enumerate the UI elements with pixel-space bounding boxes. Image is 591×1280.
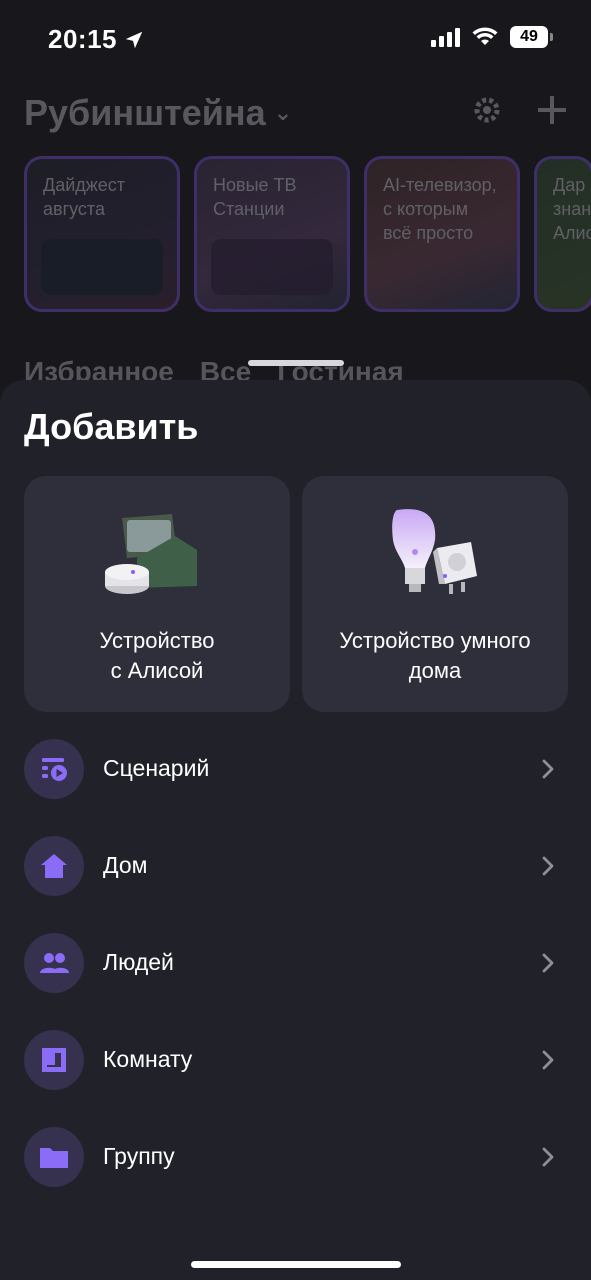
- chevron-right-icon: [542, 953, 554, 972]
- cellular-signal-icon: [431, 27, 460, 47]
- folder-icon: [40, 1147, 68, 1168]
- list-item-label: Людей: [103, 949, 174, 975]
- smart-speaker-illustration: [105, 514, 197, 594]
- clock-text: 20:15: [48, 24, 117, 54]
- home-indicator[interactable]: [191, 1261, 401, 1268]
- story-card: Новые ТВ Станции: [194, 156, 350, 312]
- plus-icon: [538, 96, 566, 124]
- device-cards: Устройство с Алисой Устройство умного до…: [24, 476, 568, 712]
- gear-icon: [474, 97, 500, 123]
- home-selector: Рубинштейна ⌄: [24, 92, 292, 134]
- list-item-label: Группу: [103, 1143, 175, 1169]
- home-title: Рубинштейна: [24, 92, 266, 133]
- chevron-down-icon: ⌄: [273, 100, 293, 125]
- story-card: Дар знан Алис: [534, 156, 591, 312]
- story-text: Дайджест августа: [43, 175, 126, 219]
- story-text: Дар знан Алис: [553, 175, 591, 243]
- chevron-right-icon: [542, 1147, 554, 1166]
- chevron-right-icon: [542, 759, 554, 778]
- smart-bulb-plug-illustration: [392, 509, 477, 594]
- room-icon: [42, 1047, 66, 1072]
- house-icon: [41, 853, 67, 878]
- list-item-label: Комнату: [103, 1046, 193, 1072]
- list-item-label: Сценарий: [103, 755, 210, 781]
- status-bar: 20:15 49: [0, 0, 591, 80]
- chevron-right-icon: [542, 1050, 554, 1069]
- add-group-item[interactable]: Группу: [0, 1108, 591, 1205]
- card-label: Устройство с Алисой: [99, 628, 215, 683]
- story-text: AI-телевизор, с которым всё просто: [383, 175, 497, 243]
- wifi-icon: [472, 27, 498, 45]
- story-card: Дайджест августа: [24, 156, 180, 312]
- card-label: Устройство умного дома: [339, 628, 531, 683]
- battery-level: 49: [510, 26, 548, 48]
- sheet-title: Добавить: [24, 406, 199, 447]
- add-people-item[interactable]: Людей: [0, 914, 591, 1011]
- add-room-item[interactable]: Комнату: [0, 1011, 591, 1108]
- chevron-right-icon: [542, 856, 554, 875]
- add-house-item[interactable]: Дом: [0, 817, 591, 914]
- background-home-screen: Рубинштейна ⌄ Дайджест августа Новые ТВ …: [0, 80, 591, 400]
- location-arrow-icon: [125, 31, 143, 48]
- story-card: AI-телевизор, с которым всё просто: [364, 156, 520, 312]
- battery-icon: 49: [510, 26, 553, 48]
- add-alice-device-card[interactable]: Устройство с Алисой: [24, 476, 290, 712]
- header-actions: [471, 94, 567, 126]
- story-text: Новые ТВ Станции: [213, 175, 297, 219]
- add-smart-home-device-card[interactable]: Устройство умного дома: [302, 476, 568, 712]
- add-bottom-sheet: Добавить Устройство с Алисой Устройство …: [0, 380, 591, 1280]
- add-scenario-item[interactable]: Сценарий: [0, 720, 591, 817]
- stories-row: Дайджест августа Новые ТВ Станции AI-тел…: [24, 156, 591, 312]
- status-time: 20:15: [48, 24, 145, 55]
- people-icon: [40, 952, 69, 973]
- scenario-icon: [42, 757, 67, 781]
- sheet-drag-handle[interactable]: [248, 360, 344, 366]
- status-indicators: 49: [431, 26, 553, 48]
- add-options-list: Сценарий Дом Людей Комнату Группу: [0, 720, 591, 1205]
- list-item-label: Дом: [103, 852, 148, 878]
